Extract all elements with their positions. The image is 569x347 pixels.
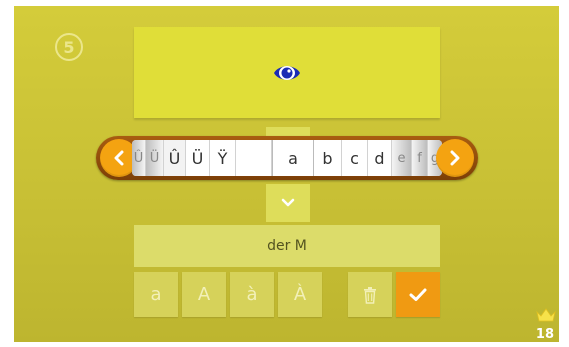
delete-button[interactable] [348,272,392,317]
crown-icon [536,308,556,322]
letter-cell[interactable]: Ü [186,140,210,176]
letter-cell[interactable]: e [392,140,412,176]
game-board: 5 Û Ü Û Ü Ÿ a b c d e f g der M a A à À … [14,6,559,342]
letter-cell[interactable]: Ÿ [210,140,236,176]
letter-cell[interactable]: Ü [146,140,164,176]
trash-icon [364,286,376,304]
score-value: 18 [535,327,554,342]
chevron-left-icon [114,150,124,166]
selected-letter-cell[interactable]: a [272,140,314,176]
letter-drum[interactable]: Û Ü Û Ü Ÿ a b c d e f g [96,136,478,180]
chevron-right-icon [450,150,460,166]
letter-strip[interactable]: Û Ü Û Ü Ÿ a b c d e f g [132,140,442,176]
answer-text: der M [267,238,307,254]
letter-cell[interactable]: c [342,140,368,176]
letter-cell[interactable]: f [412,140,428,176]
answer-field[interactable]: der M [134,225,440,267]
letter-cell[interactable]: Û [164,140,186,176]
confirm-button[interactable] [396,272,440,317]
variant-key-uppercase[interactable]: A [182,272,226,317]
step-number-badge: 5 [55,33,83,61]
eye-icon [274,65,300,80]
expand-drum-button[interactable] [266,184,310,222]
letter-cell[interactable]: Û [132,140,146,176]
letter-cell[interactable]: d [368,140,392,176]
scroll-right-button[interactable] [436,139,474,177]
check-icon [409,288,427,301]
letter-cell[interactable] [236,140,272,176]
step-number: 5 [63,37,75,57]
variant-key-uppercase-grave[interactable]: À [278,272,322,317]
variant-key-lowercase-grave[interactable]: à [230,272,274,317]
chevron-down-icon [281,198,295,207]
variant-key-lowercase[interactable]: a [134,272,178,317]
picture-prompt-card [134,27,440,118]
score-counter: 18 [532,308,556,342]
letter-cell[interactable]: b [314,140,342,176]
